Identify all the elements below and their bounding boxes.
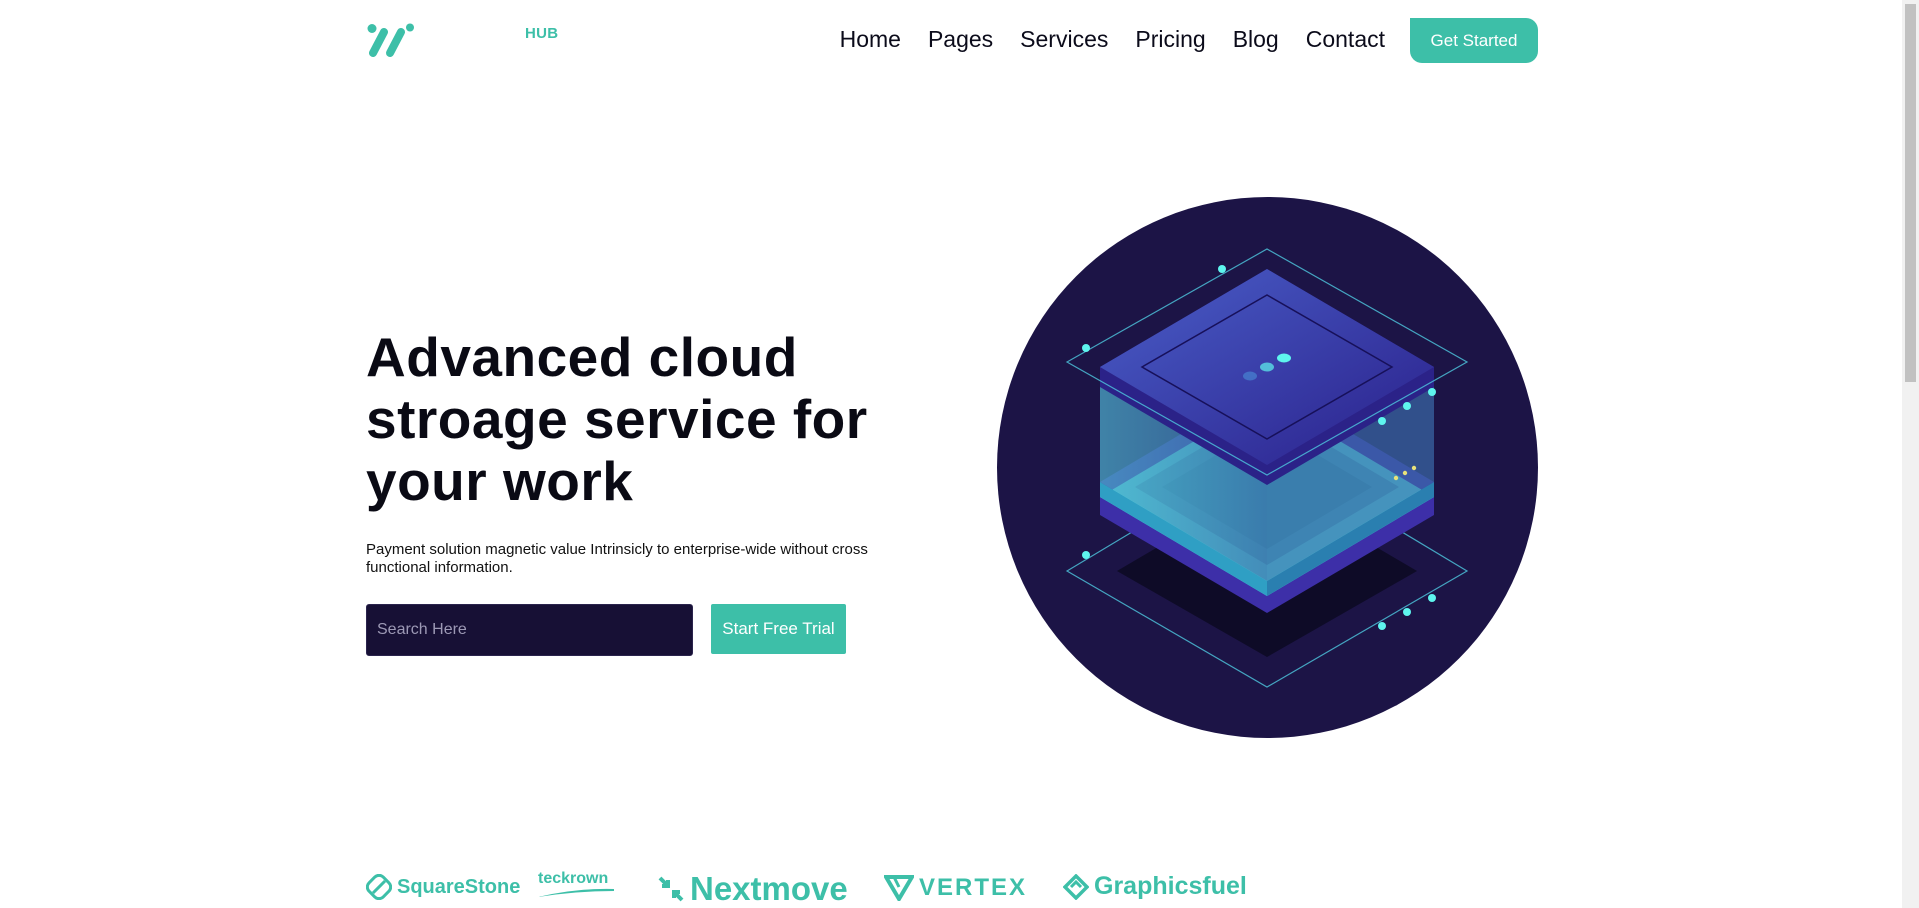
nav-blog[interactable]: Blog [1233, 26, 1279, 53]
nav-pricing[interactable]: Pricing [1135, 26, 1205, 53]
site-header: HUB Home Pages Services Pricing Blog Con… [366, 18, 1538, 64]
cloud-storage-illustration [997, 197, 1538, 738]
start-free-trial-button[interactable]: Start Free Trial [711, 604, 846, 654]
page-scrollbar[interactable] [1902, 0, 1919, 908]
brand-squarestone: SquareStone [366, 874, 520, 900]
logo-text[interactable]: HUB [525, 25, 558, 42]
graphicsfuel-icon [1063, 873, 1089, 900]
teckrown-swoosh-icon [538, 888, 614, 897]
brand-teckrown: teckrown [538, 870, 619, 898]
main-nav: Home Pages Services Pricing Blog Contact [840, 26, 1385, 53]
nav-contact[interactable]: Contact [1306, 26, 1385, 53]
brand-vertex: VERTEX [884, 874, 1027, 902]
nav-home[interactable]: Home [840, 26, 901, 53]
get-started-button[interactable]: Get Started [1410, 18, 1538, 63]
brand-logos: SquareStone teckrown Nextmove VERTEX Gra… [366, 870, 1266, 908]
scrollbar-thumb[interactable] [1905, 4, 1916, 382]
nav-pages[interactable]: Pages [928, 26, 993, 53]
hero-title: Advanced cloud stroage service for your … [366, 326, 868, 512]
brand-nextmove: Nextmove [657, 870, 848, 908]
search-input[interactable] [366, 604, 693, 656]
vertex-triangle-icon [884, 875, 914, 901]
hero-description: Payment solution magnetic value Intrinsi… [366, 541, 868, 576]
nextmove-arrows-icon [658, 876, 684, 902]
nav-services[interactable]: Services [1020, 26, 1108, 53]
brand-graphicsfuel: Graphicsfuel [1063, 872, 1247, 901]
logo-icon[interactable] [366, 23, 414, 59]
squarestone-icon [366, 874, 392, 900]
